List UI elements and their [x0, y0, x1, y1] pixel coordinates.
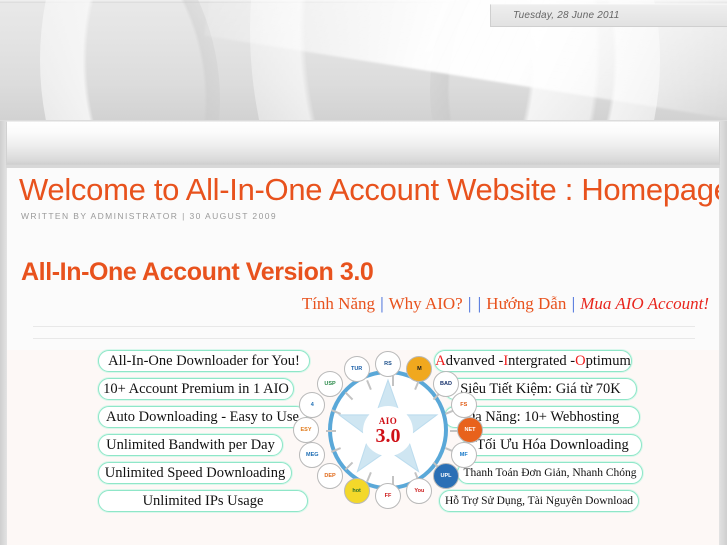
logo-spoke-easyshare [326, 430, 336, 432]
logo-bubble-easyshare-icon: ESY [293, 417, 319, 443]
feature-chip-right-5: Thanh Toán Đơn Giản, Nhanh Chóng [457, 462, 643, 484]
logo-spoke-rapidshare [392, 376, 394, 387]
feature-chip-right-1: Advanved - Intergrated - Optimum [434, 350, 632, 372]
logo-bubble-uploading-icon: UPL [432, 463, 459, 490]
link-huong-dan[interactable]: Hướng Dẫn [486, 294, 566, 313]
logo-bubble-netload-icon: NET [457, 417, 483, 443]
site-header: Tuesday, 28 June 2011 [0, 0, 727, 120]
logo-bubble-fourshared-icon: 4 [299, 391, 326, 418]
feature-chip-right-1-part-4: O [575, 352, 586, 369]
feature-chip-left-5: Unlimited Speed Downloading [98, 462, 292, 484]
content-divider-bottom [33, 338, 695, 339]
feature-chip-left-3: Auto Downloading - Easy to Use [98, 406, 307, 428]
aio-version-badge: AIO 3.0 [363, 406, 413, 456]
page-title: Welcome to All-In-One Account Website : … [19, 172, 720, 207]
header-swoosh-5 [0, 0, 220, 120]
content-divider-top [33, 326, 695, 327]
feature-chip-left-4: Unlimited Bandwith per Day [98, 434, 283, 456]
feature-chip-right-1-part-3: ntergrated - [508, 352, 576, 369]
feature-link-row: Tính Năng | Why AIO? | | Hướng Dẫn | Mua… [302, 294, 709, 314]
aio-version-number: 3.0 [375, 425, 401, 447]
link-tinh-nang[interactable]: Tính Năng [302, 294, 375, 313]
feature-chip-left-1: All-In-One Downloader for You! [98, 350, 310, 372]
link-mua-aio-account[interactable]: Mua AIO Account! [580, 294, 709, 313]
logo-bubble-depositfiles-icon: DEP [317, 463, 344, 490]
logo-bubble-turbobit-icon: TUR [343, 356, 370, 383]
logo-bubble-filefactory-icon: FF [375, 482, 401, 509]
feature-chip-right-6: Hỗ Trợ Sử Dụng, Tài Nguyên Download [439, 490, 639, 512]
aio-star-wheel: AIO 3.0 RS M BAD FS NET MF UPL You FF hot DEP MEG ES… [293, 346, 483, 545]
page-right-edge [720, 121, 727, 545]
logo-bubble-hotfile-icon: hot [343, 477, 370, 504]
link-separator-3: | [477, 294, 482, 313]
logo-bubble-mediafire-icon: MF [450, 442, 477, 469]
page-root: Tuesday, 28 June 2011 Welcome to All-In-… [0, 0, 727, 545]
feature-chip-left-6: Unlimited IPs Usage [98, 490, 308, 512]
link-separator-2: | [467, 294, 472, 313]
article-heading: All-In-One Account Version 3.0 [21, 258, 374, 286]
main-navigation-bar[interactable] [6, 121, 720, 165]
feature-chip-right-1-part-5: ptimum [585, 352, 631, 369]
feature-graphic: All-In-One Downloader for You! 10+ Accou… [7, 350, 719, 545]
feature-chip-right-4: Tối Ưu Hóa Downloading [463, 434, 642, 456]
article-byline: WRITTEN BY ADMINISTRATOR | 30 AUGUST 200… [21, 211, 277, 221]
link-separator-4: | [571, 294, 576, 313]
logo-bubble-youtube-icon: You [406, 477, 433, 504]
link-why-aio[interactable]: Why AIO? [389, 294, 463, 313]
link-separator-1: | [380, 294, 384, 313]
date-box: Tuesday, 28 June 2011 [490, 4, 727, 27]
current-date-text: Tuesday, 28 June 2011 [513, 10, 620, 21]
logo-bubble-uploadspeed-icon: USP [317, 370, 344, 397]
logo-bubble-fileserve-icon: FS [450, 391, 477, 418]
feature-chip-left-2: 10+ Account Premium in 1 AIO [98, 378, 294, 400]
logo-bubble-badongo-icon: BAD [432, 370, 459, 397]
logo-bubble-megashares-icon: MEG [299, 442, 326, 469]
article-content-panel: Welcome to All-In-One Account Website : … [6, 168, 720, 545]
